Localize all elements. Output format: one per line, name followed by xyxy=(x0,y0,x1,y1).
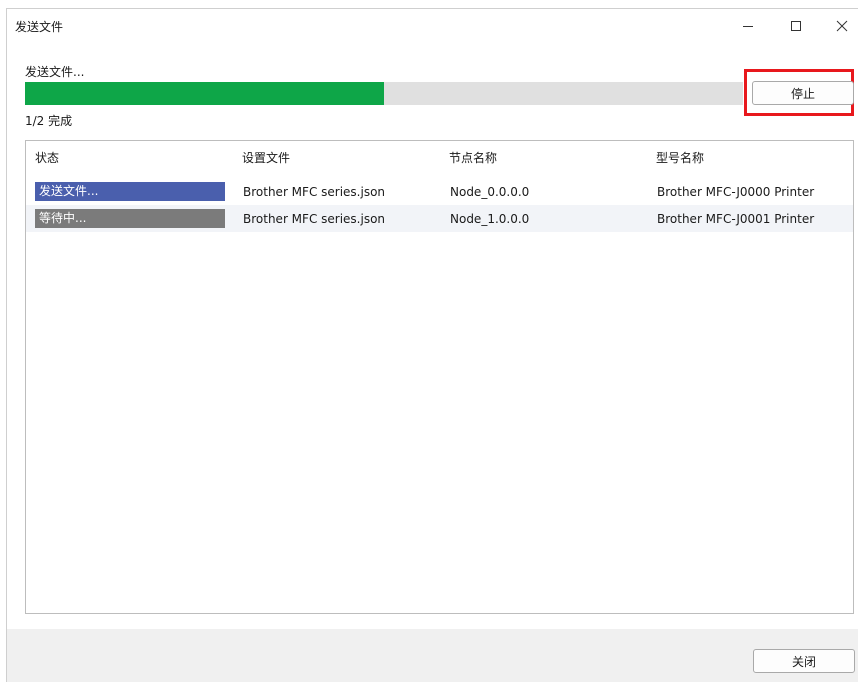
column-header-setting-file[interactable]: 设置文件 xyxy=(242,149,290,166)
model-name-cell: Brother MFC-J0001 Printer xyxy=(657,212,815,226)
title-bar[interactable]: 发送文件 xyxy=(7,9,858,43)
close-icon xyxy=(836,20,848,32)
node-name-cell: Node_1.0.0.0 xyxy=(450,212,530,226)
minimize-icon xyxy=(743,26,753,27)
window-title: 发送文件 xyxy=(15,20,64,34)
model-name-cell: Brother MFC-J0000 Printer xyxy=(657,185,815,199)
progress-bar xyxy=(25,82,743,105)
status-badge: 发送文件... xyxy=(35,182,225,201)
node-name-cell: Node_0.0.0.0 xyxy=(450,185,530,199)
minimize-button[interactable] xyxy=(725,9,771,43)
progress-bar-fill xyxy=(25,82,384,105)
setting-file-cell: Brother MFC series.json xyxy=(243,185,386,199)
close-window-button[interactable] xyxy=(819,9,858,43)
list-header: 状态 设置文件 节点名称 型号名称 xyxy=(26,141,853,169)
close-button[interactable]: 关闭 xyxy=(753,649,855,673)
progress-summary: 1/2 完成 xyxy=(25,114,73,128)
table-row[interactable]: 等待中... Brother MFC series.json Node_1.0.… xyxy=(26,205,853,232)
status-badge: 等待中... xyxy=(35,209,225,228)
dialog-footer xyxy=(7,629,858,682)
table-row[interactable]: 发送文件... Brother MFC series.json Node_0.0… xyxy=(26,178,853,205)
column-header-status[interactable]: 状态 xyxy=(35,149,59,166)
maximize-button[interactable] xyxy=(773,9,819,43)
setting-file-cell: Brother MFC series.json xyxy=(243,212,386,226)
send-file-window: 发送文件 发送文件... 1/2 完成 停止 状态 设置文件 节点名称 型号名称… xyxy=(6,8,858,682)
maximize-icon xyxy=(791,21,801,31)
sending-status-label: 发送文件... xyxy=(25,65,85,79)
stop-button[interactable]: 停止 xyxy=(752,81,854,105)
column-header-model-name[interactable]: 型号名称 xyxy=(656,149,704,166)
column-header-node-name[interactable]: 节点名称 xyxy=(449,149,497,166)
device-list: 状态 设置文件 节点名称 型号名称 发送文件... Brother MFC se… xyxy=(25,140,854,614)
